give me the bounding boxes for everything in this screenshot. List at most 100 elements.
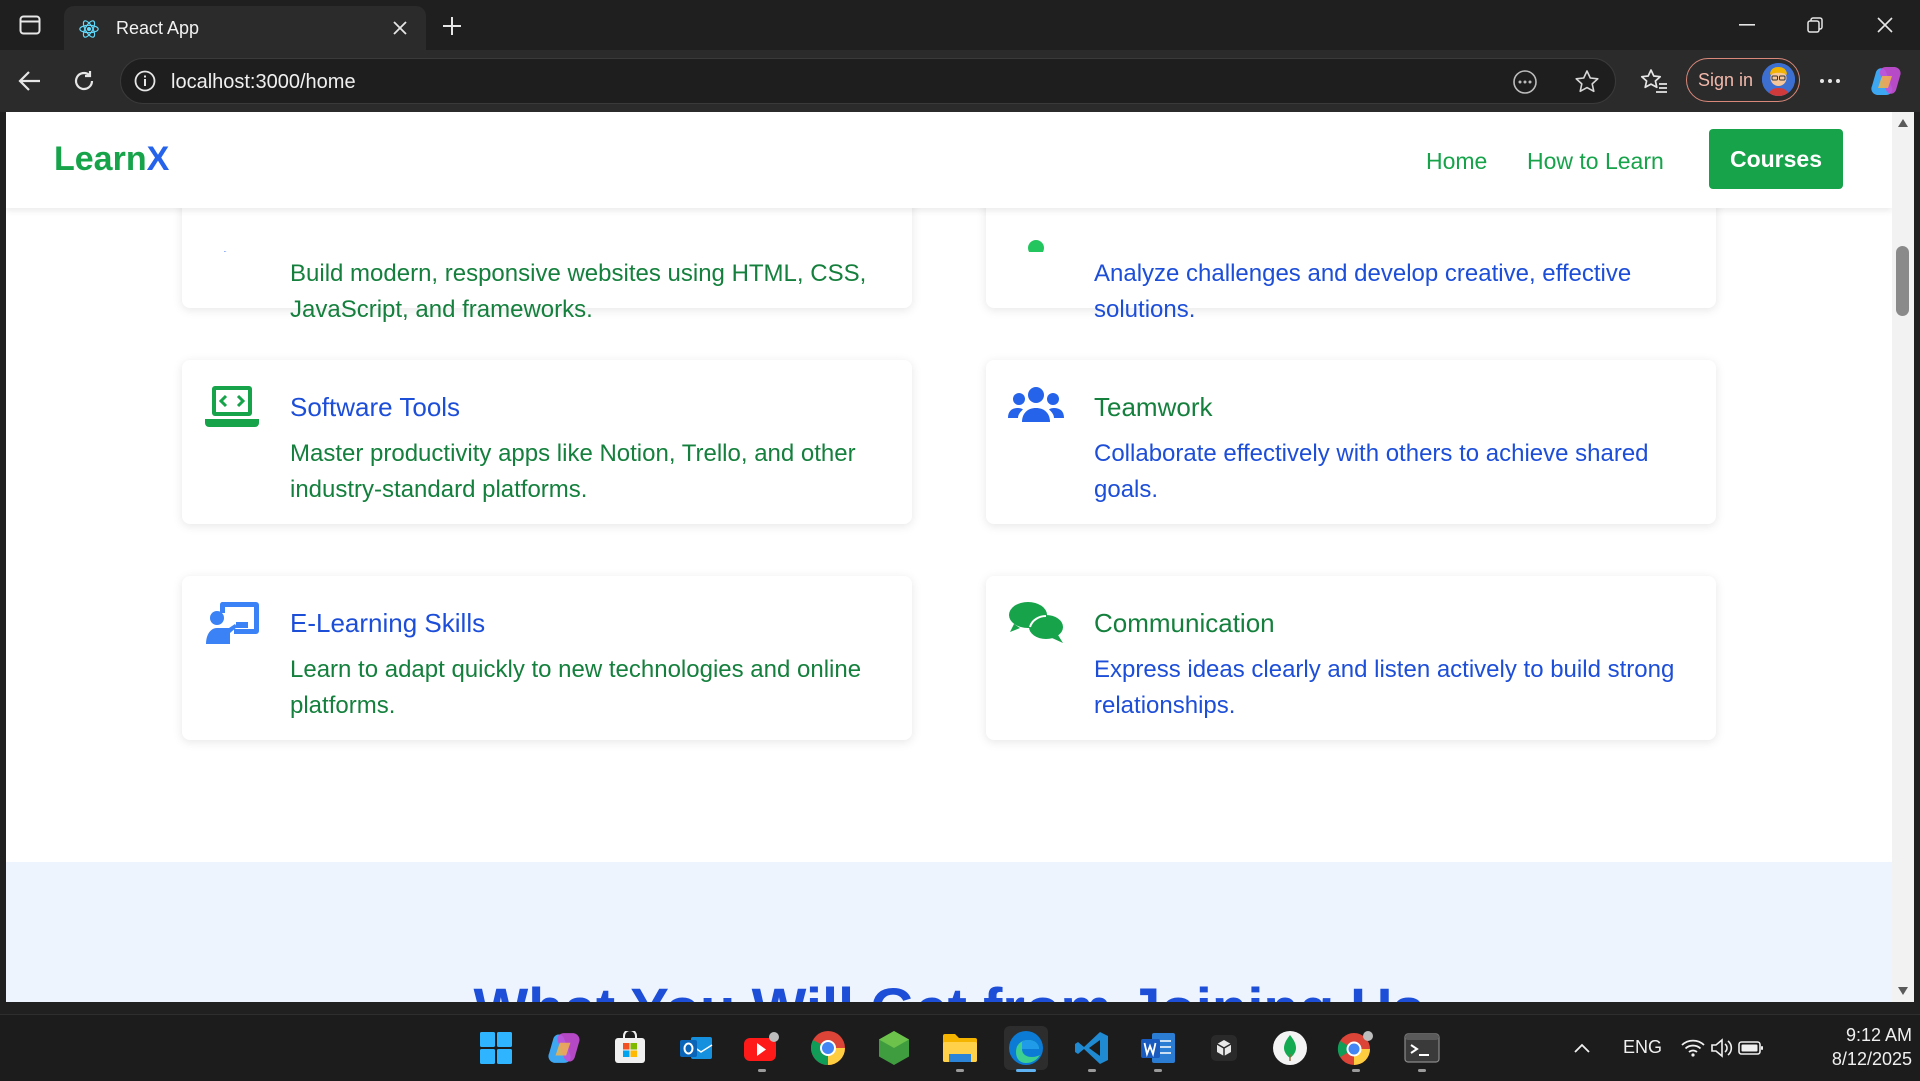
chalkboard-teacher-icon — [206, 602, 259, 644]
skill-card-software-tools: Software Tools Master productivity apps … — [182, 360, 912, 524]
skill-card-title: Teamwork — [1094, 392, 1213, 422]
chevron-up-icon — [1574, 1043, 1590, 1053]
url-text: localhost:3000/home — [171, 71, 356, 93]
react-icon — [79, 20, 99, 38]
taskbar-word[interactable] — [1136, 1026, 1180, 1072]
restore-icon — [1807, 17, 1823, 33]
skill-card-description: Collaborate effectively with others to a… — [1094, 440, 1649, 503]
avatar — [1762, 63, 1795, 96]
more-horizontal-icon — [1820, 79, 1840, 83]
battery-icon — [1738, 1041, 1763, 1055]
more-options-circle-button[interactable] — [1511, 68, 1539, 96]
skill-card-title: E-Learning Skills — [290, 608, 486, 638]
running-indicator — [1016, 1069, 1036, 1072]
laptop-code-icon — [205, 386, 259, 427]
windows-taskbar: ENG 9:12 AM 8/12/2025 — [0, 1014, 1920, 1081]
code-icon — [221, 251, 231, 252]
tab-close-button[interactable] — [388, 16, 412, 40]
taskbar-file-explorer[interactable] — [938, 1026, 982, 1072]
skill-card-description: Master productivity apps like Notion, Tr… — [290, 440, 856, 503]
windows-start-icon — [480, 1032, 512, 1064]
nav-how-to-learn-link[interactable]: How to Learn — [1527, 148, 1664, 175]
mongodb-leaf-icon — [1273, 1031, 1307, 1065]
show-hidden-icons-button[interactable] — [1566, 1026, 1598, 1070]
cube-icon — [879, 1031, 909, 1065]
taskbar-microsoft-store[interactable] — [608, 1026, 652, 1070]
box-icon — [1211, 1035, 1237, 1061]
close-window-button[interactable] — [1858, 8, 1912, 42]
ellipsis-circle-icon — [1513, 70, 1537, 94]
address-bar[interactable]: localhost:3000/home — [120, 58, 1616, 104]
copilot-button[interactable] — [1866, 61, 1906, 101]
clock-date: 8/12/2025 — [1831, 1049, 1912, 1069]
wifi-icon — [1681, 1039, 1705, 1057]
triangle-down-icon — [1898, 987, 1908, 995]
new-tab-button[interactable] — [436, 10, 468, 42]
taskbar-outlook[interactable] — [674, 1026, 718, 1070]
favorites-button[interactable] — [1634, 61, 1674, 101]
info-icon[interactable] — [133, 69, 157, 93]
minimize-button[interactable] — [1720, 8, 1774, 42]
quick-settings-button[interactable] — [1680, 1026, 1764, 1070]
running-indicator — [1088, 1069, 1096, 1072]
chrome-icon — [811, 1031, 845, 1065]
logo-x: X — [146, 140, 170, 178]
taskbar-chrome[interactable] — [806, 1026, 850, 1070]
sign-in-button[interactable]: Sign in — [1686, 58, 1800, 102]
refresh-button[interactable] — [64, 61, 104, 101]
skill-card-description: Learn to adapt quickly to new technologi… — [290, 656, 862, 719]
running-indicator — [1154, 1069, 1162, 1072]
taskbar-youtube-app[interactable] — [740, 1026, 784, 1072]
skill-card-description: Build modern, responsive websites using … — [290, 260, 867, 323]
vscode-icon — [1075, 1032, 1108, 1064]
taskbar-node-app[interactable] — [872, 1026, 916, 1070]
taskbar-mongodb-compass[interactable] — [1268, 1026, 1312, 1070]
input-language-indicator[interactable]: ENG — [1623, 1037, 1662, 1058]
browser-tab[interactable]: React App — [64, 6, 426, 50]
scroll-down-button[interactable] — [1896, 984, 1910, 998]
settings-more-button[interactable] — [1810, 61, 1850, 101]
taskbar-chrome-profile[interactable] — [1334, 1026, 1378, 1072]
youtube-icon — [744, 1032, 779, 1061]
volume-icon — [1711, 1038, 1733, 1058]
page-scrollbar[interactable] — [1892, 112, 1914, 1002]
taskbar-terminal[interactable] — [1400, 1026, 1444, 1072]
skill-card-communication: Communication Express ideas clearly and … — [986, 576, 1716, 740]
scrollbar-thumb[interactable] — [1896, 246, 1909, 316]
scroll-up-button[interactable] — [1896, 116, 1910, 130]
terminal-icon — [1404, 1033, 1440, 1063]
edge-icon — [1009, 1031, 1043, 1065]
refresh-icon — [74, 71, 94, 91]
taskbar-clock[interactable]: 9:12 AM 8/12/2025 — [1796, 1023, 1912, 1071]
plus-icon — [443, 17, 461, 35]
restore-button[interactable] — [1788, 8, 1842, 42]
copilot-icon — [548, 1033, 580, 1063]
minimize-icon — [1739, 24, 1755, 26]
start-button[interactable] — [474, 1026, 518, 1070]
running-indicator — [758, 1069, 766, 1072]
taskbar-app-box[interactable] — [1202, 1026, 1246, 1070]
users-icon — [1008, 387, 1064, 422]
nav-home-link[interactable]: Home — [1426, 148, 1487, 175]
tab-actions-button[interactable] — [12, 11, 48, 39]
chrome-icon — [1337, 1031, 1373, 1065]
outlook-icon — [680, 1037, 713, 1059]
browser-toolbar: localhost:3000/home Sign in — [0, 50, 1920, 112]
profile-avatar-icon — [1762, 63, 1795, 96]
taskbar-edge[interactable] — [1004, 1026, 1048, 1072]
skill-card-e-learning: E-Learning Skills Learn to adapt quickly… — [182, 576, 912, 740]
store-icon — [615, 1031, 645, 1063]
courses-button[interactable]: Courses — [1709, 129, 1843, 189]
close-icon — [393, 21, 407, 35]
skill-card-teamwork: Teamwork Collaborate effectively with ot… — [986, 360, 1716, 524]
skill-card-title: Software Tools — [290, 392, 461, 422]
word-icon — [1141, 1033, 1175, 1063]
taskbar-copilot[interactable] — [542, 1026, 586, 1070]
skill-card-title: Communication — [1094, 608, 1275, 638]
back-button[interactable] — [10, 61, 50, 101]
site-logo[interactable]: LearnX — [54, 140, 169, 179]
favorite-button[interactable] — [1573, 68, 1601, 96]
skill-card-description: Express ideas clearly and listen activel… — [1094, 656, 1675, 719]
taskbar-vscode[interactable] — [1070, 1026, 1114, 1072]
benefits-section: What You Will Get from Joining Us — [6, 862, 1892, 1002]
